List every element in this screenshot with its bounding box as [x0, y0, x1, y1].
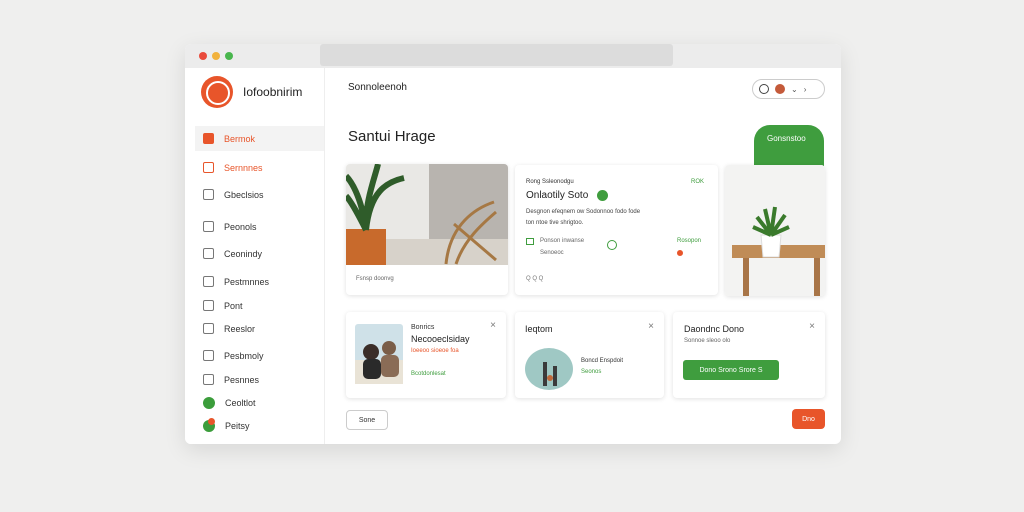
title-bar	[185, 44, 841, 68]
sidebar-item-pestmnnes[interactable]: Pestmnnes	[195, 269, 324, 294]
sidebar-item-pesbmoly[interactable]: Pesbmoly	[195, 343, 324, 368]
close-window-button[interactable]	[199, 52, 207, 60]
profile-subtitle: Ioeeoo sioeoe foa	[411, 348, 459, 354]
sidebar-item-ceoltlot[interactable]: Ceoltlot	[195, 390, 324, 415]
chevron-right-icon[interactable]: ›	[804, 85, 807, 94]
edit-icon	[203, 221, 214, 232]
close-icon[interactable]: ×	[648, 321, 654, 332]
page-title: Santui Hrage	[348, 128, 436, 145]
badge-icon	[203, 417, 215, 432]
brand-name: Iofoobnirim	[243, 85, 303, 99]
sidebar-item-pont[interactable]: Pont	[195, 293, 324, 318]
sidebar-item-label: Sernnnes	[224, 162, 263, 173]
search-icon[interactable]	[759, 84, 769, 94]
toolbar-search[interactable]: ⌄ ›	[752, 79, 825, 99]
product-stats: Q Q Q	[526, 276, 544, 282]
product-desc-line2: ton ntoe tive shrigtoo.	[526, 220, 584, 226]
verified-icon	[597, 190, 608, 201]
flame-icon	[677, 250, 683, 256]
profile-label: Bonrics	[411, 324, 435, 331]
brand-logo	[201, 76, 233, 108]
app-window: Iofoobnirim Bermok Sernnnes Gbeclsios Pe…	[185, 44, 841, 444]
primary-button[interactable]: Dno	[792, 409, 825, 429]
sidebar-item-bermok[interactable]: Bermok	[195, 126, 324, 151]
sidebar-item-label: Ceoltlot	[225, 397, 256, 408]
sidebar-item-label: Pont	[224, 300, 243, 311]
product-name: Onlaotily Soto	[526, 190, 589, 201]
primary-action-button[interactable]: Dono Srono Srore S	[683, 360, 779, 380]
sidebar-item-label: Pestmnnes	[224, 276, 270, 287]
chevron-down-icon[interactable]: ⌄	[791, 85, 798, 94]
product-card[interactable]: Rong Ssleonodgu ROK Onlaotily Soto Desgn…	[515, 165, 718, 295]
sidebar-item-ceonindy[interactable]: Ceonindy	[195, 241, 324, 266]
plant-image-card[interactable]	[725, 165, 825, 296]
lock-icon	[203, 248, 214, 259]
close-icon[interactable]: ×	[809, 321, 815, 332]
check-icon	[203, 300, 214, 311]
image-icon	[203, 350, 214, 361]
hand-icon	[607, 240, 617, 250]
sidebar: Iofoobnirim Bermok Sernnnes Gbeclsios Pe…	[185, 68, 325, 444]
sidebar-item-label: Bermok	[224, 133, 256, 144]
address-bar[interactable]	[320, 44, 673, 66]
sidebar-item-label: Ceonindy	[224, 248, 263, 259]
featured-image-card[interactable]: Fsnsp doonvg	[346, 164, 508, 295]
profile-link[interactable]: Bcotdonlesat	[411, 371, 446, 377]
product-desc-line1: Desgnon efeqnem ow Sodonnoo fodo fode	[526, 209, 641, 215]
list-icon	[526, 238, 534, 245]
sidebar-item-gbeclsios[interactable]: Gbeclsios	[195, 182, 324, 207]
item-title: Ieqtom	[525, 324, 553, 334]
bag-icon	[203, 133, 214, 144]
sidebar-item-sernnnes[interactable]: Sernnnes	[195, 155, 324, 180]
item-card[interactable]: Ieqtom × Boncd Enspdoit Seonos	[515, 312, 664, 398]
profile-card[interactable]: Bonrics Necooeclsiday Ioeeoo sioeoe foa …	[346, 312, 506, 398]
doc-icon	[203, 276, 214, 287]
product-meta-1: Ponson inwanse	[540, 238, 585, 244]
sidebar-item-peitsy[interactable]: Peitsy	[195, 413, 324, 438]
minimize-window-button[interactable]	[212, 52, 220, 60]
product-meta-3: Rosopon	[677, 238, 702, 244]
product-meta-2: Senoeoc	[540, 250, 564, 256]
action-title: Daondnc Dono	[684, 324, 745, 334]
section-title: Sonnoleenoh	[348, 82, 407, 93]
sidebar-item-label: Peonols	[224, 221, 257, 232]
close-icon[interactable]: ×	[490, 320, 496, 331]
featured-photo	[346, 164, 508, 265]
profile-title: Necooeclsiday	[411, 334, 470, 344]
calendar-icon	[203, 162, 214, 173]
sidebar-item-reeslor[interactable]: Reeslor	[195, 316, 324, 341]
product-price: ROK	[690, 179, 704, 185]
avatar[interactable]	[775, 84, 785, 94]
action-card[interactable]: Daondnc Dono × Sonnoe sleoo olo Dono Sro…	[673, 312, 825, 398]
action-subtitle: Sonnoe sleoo olo	[684, 338, 731, 344]
plant-photo	[725, 165, 825, 296]
item-photo	[525, 348, 573, 390]
image-caption: Fsnsp doonvg	[356, 276, 394, 282]
product-tag: Rong Ssleonodgu	[526, 179, 574, 185]
folder-icon	[203, 374, 214, 385]
secondary-button[interactable]: Sone	[346, 410, 388, 430]
sidebar-item-label: Gbeclsios	[224, 189, 264, 200]
sidebar-item-label: Peitsy	[225, 420, 250, 431]
item-meta-1: Boncd Enspdoit	[581, 358, 624, 364]
item-meta-2: Seonos	[581, 369, 602, 375]
avatar	[355, 324, 403, 384]
sidebar-item-label: Reeslor	[224, 323, 256, 334]
grid-icon	[203, 323, 214, 334]
maximize-window-button[interactable]	[225, 52, 233, 60]
bookmark-icon	[203, 189, 214, 200]
leaf-icon	[203, 396, 215, 409]
sidebar-item-label: Pesbmoly	[224, 350, 264, 361]
promo-badge-label: Gonsnstoo	[767, 134, 806, 143]
sidebar-item-label: Pesnnes	[224, 374, 260, 385]
sidebar-item-pesnnes[interactable]: Pesnnes	[195, 367, 324, 392]
sidebar-item-peonols[interactable]: Peonols	[195, 214, 324, 239]
